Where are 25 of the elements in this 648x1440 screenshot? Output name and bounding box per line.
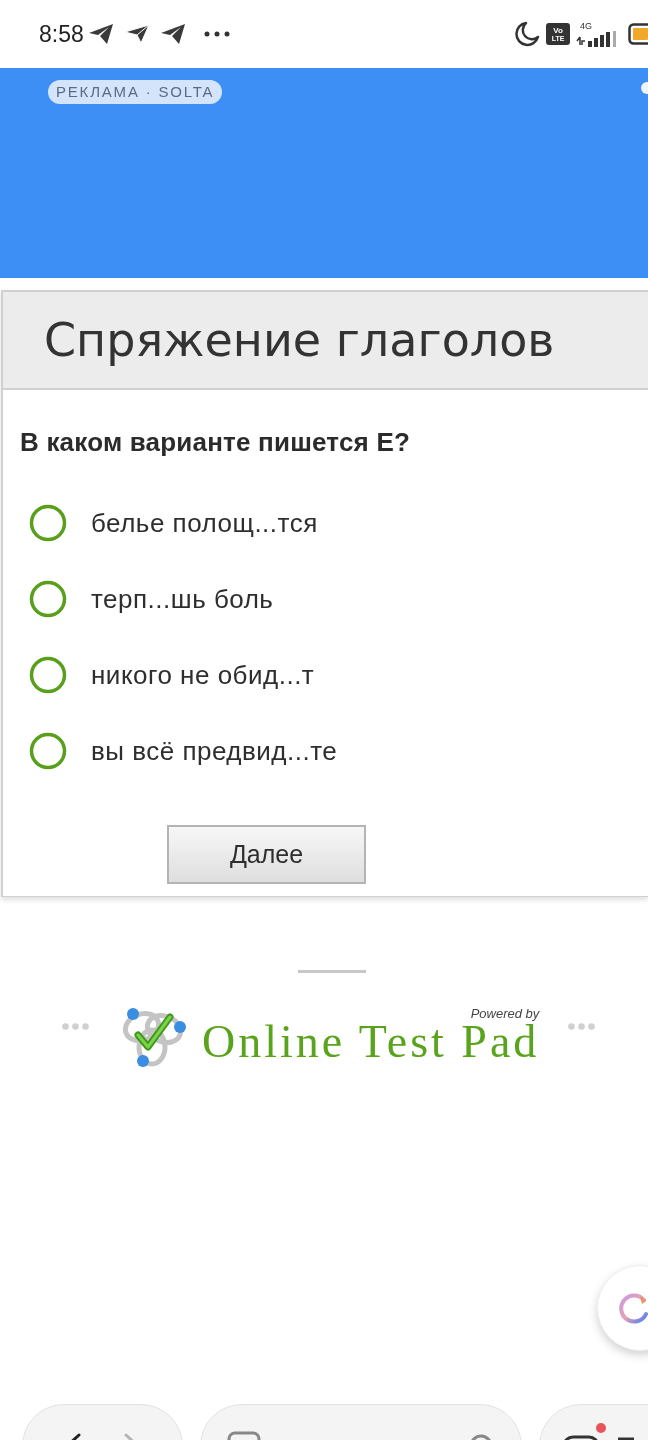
paper-plane-icon <box>159 23 186 45</box>
status-time: 8:58 <box>39 22 84 46</box>
answer-option[interactable]: вы всё предвид...те <box>20 713 346 789</box>
refresh-icon <box>618 1292 648 1324</box>
more-icon <box>203 31 230 37</box>
dots-icon <box>568 1022 596 1030</box>
paper-plane-icon <box>87 23 114 45</box>
paper-plane-icon <box>123 23 150 45</box>
next-button[interactable]: Далее <box>167 825 366 884</box>
ad-label: РЕКЛАМА · SOLTA <box>48 80 223 104</box>
answer-option[interactable]: никого не обид...т <box>20 637 323 713</box>
ad-banner[interactable]: РЕКЛАМА · SOLTA <box>0 68 648 278</box>
radio-button[interactable] <box>29 504 67 542</box>
logo-icon <box>120 1005 186 1069</box>
radio-button[interactable] <box>29 580 67 618</box>
answer-option[interactable]: белье полощ...тся <box>20 485 326 561</box>
radio-button[interactable] <box>29 732 67 770</box>
notification-dot-icon <box>596 1423 606 1433</box>
dots-icon <box>62 1022 89 1030</box>
answer-option[interactable]: терп...шь боль <box>20 561 282 637</box>
battery-icon <box>628 23 648 45</box>
moon-icon <box>514 21 540 47</box>
question-text: В каком варианте пишется Е? <box>20 426 412 458</box>
network-type-label: 4G <box>580 21 592 31</box>
radio-button[interactable] <box>29 656 67 694</box>
